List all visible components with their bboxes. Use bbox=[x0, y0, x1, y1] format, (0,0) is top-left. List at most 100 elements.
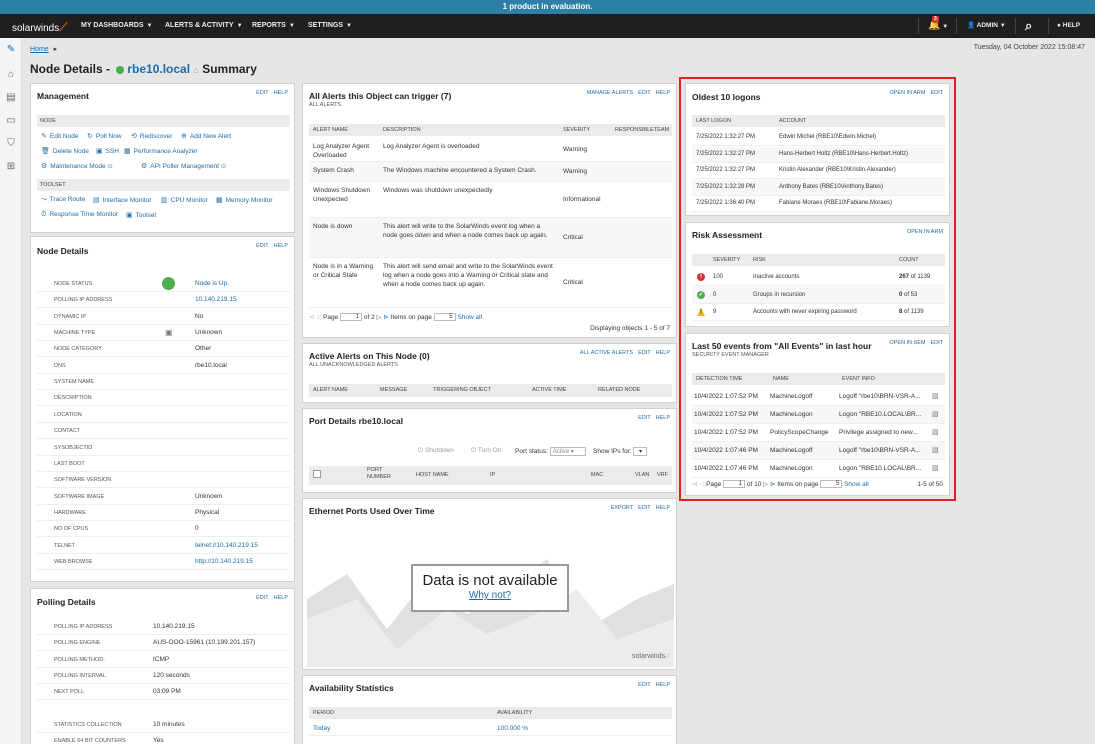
alert-row: Node is in a Warning or Critical State Th… bbox=[309, 258, 672, 308]
edit-link[interactable]: EDIT bbox=[638, 90, 651, 96]
notifications-button[interactable]: 🔔 3 ▼ bbox=[928, 14, 948, 38]
polling-row: NEXT POLL 03:09 PM bbox=[37, 684, 290, 701]
interface-monitor-link[interactable]: ▤ Interface Monitor bbox=[93, 196, 151, 204]
edit-link[interactable]: EDIT bbox=[638, 505, 651, 511]
document-icon[interactable]: ▤ bbox=[5, 92, 17, 104]
alert-severity: Informational bbox=[563, 195, 601, 203]
breadcrumb: Home ▸ bbox=[30, 45, 57, 53]
period-link[interactable]: Today bbox=[313, 725, 330, 732]
show-all-link[interactable]: Show all bbox=[457, 314, 482, 321]
manage-alerts-link[interactable]: MANAGE ALERTS bbox=[587, 90, 633, 96]
export-link[interactable]: EXPORT bbox=[611, 505, 634, 511]
alert-severity: Warning bbox=[563, 145, 587, 153]
memory-monitor-link[interactable]: ▦ Memory Monitor bbox=[216, 196, 273, 204]
edit-link[interactable]: EDIT bbox=[256, 243, 269, 249]
node-link[interactable]: rbe10.local bbox=[127, 62, 190, 76]
edit-link[interactable]: EDIT bbox=[638, 415, 651, 421]
polling-row: POLLING INTERVAL 120 seconds bbox=[37, 668, 290, 684]
detail-label: NODE STATUS bbox=[54, 281, 93, 287]
breadcrumb-home[interactable]: Home bbox=[30, 46, 49, 53]
performance-analyzer-link[interactable]: ▦ Performance Analyzer bbox=[124, 147, 198, 155]
help-link[interactable]: HELP bbox=[656, 415, 670, 421]
first-page-icon[interactable]: ⊲ bbox=[309, 314, 314, 321]
toolset-link[interactable]: ▣ Toolset bbox=[126, 211, 156, 219]
edit-link[interactable]: EDIT bbox=[256, 90, 269, 96]
edit-pencil-icon[interactable]: ✎ bbox=[5, 44, 17, 56]
all-active-alerts-link[interactable]: ALL ACTIVE ALERTS bbox=[580, 350, 633, 356]
nav-reports[interactable]: REPORTS ▼ bbox=[252, 14, 295, 38]
edit-link[interactable]: EDIT bbox=[638, 350, 651, 356]
nav-alerts-activity[interactable]: ALERTS & ACTIVITY ▼ bbox=[165, 14, 243, 38]
api-poller-management-link[interactable]: ⚙ API Poller Management ⊙ bbox=[141, 162, 226, 170]
memory-icon: ▦ bbox=[216, 197, 223, 204]
detail-label: MACHINE TYPE bbox=[54, 330, 96, 337]
edit-link[interactable]: EDIT bbox=[256, 595, 269, 601]
response-time-monitor-link[interactable]: ⏱ Response Time Monitor bbox=[41, 211, 118, 219]
detail-value: Other bbox=[195, 345, 212, 353]
interface-icon: ▤ bbox=[93, 197, 100, 204]
solarwinds-logo[interactable]: solarwinds⟋ bbox=[12, 20, 68, 35]
detail-value[interactable]: http://10.140.219.15 bbox=[195, 558, 253, 565]
nav-my-dashboards[interactable]: MY DASHBOARDS ▼ bbox=[81, 14, 152, 38]
poll-now-link[interactable]: ↻ Poll Now bbox=[87, 132, 122, 140]
admin-menu[interactable]: 👤 ADMIN ▼ bbox=[967, 14, 1006, 38]
detail-value[interactable]: 10.140.219.15 bbox=[195, 296, 237, 303]
show-ips-select[interactable]: ▾ bbox=[633, 447, 648, 456]
why-not-link[interactable]: Why not? bbox=[413, 590, 567, 601]
polling-label: POLLING INTERVAL bbox=[54, 672, 106, 679]
last-page-icon[interactable]: ⊳ bbox=[383, 314, 388, 321]
detail-row: LOCATION bbox=[37, 407, 290, 423]
trace-route-link[interactable]: ⤳ Trace Route bbox=[41, 196, 85, 204]
help-link[interactable]: HELP bbox=[274, 243, 288, 249]
port-status-filter: Port status: Active ▾ bbox=[515, 447, 586, 456]
help-link[interactable]: HELP bbox=[274, 595, 288, 601]
help-link[interactable]: HELP bbox=[656, 682, 670, 688]
availability-panel: Availability Statistics EDIT HELP PERIOD … bbox=[302, 675, 677, 744]
edit-node-link[interactable]: ✎ Edit Node bbox=[41, 132, 78, 140]
detail-value[interactable]: Node is Up. bbox=[195, 280, 229, 287]
chevron-down-icon: ▼ bbox=[346, 23, 352, 29]
edit-link[interactable]: EDIT bbox=[638, 682, 651, 688]
home-icon[interactable]: ⌂ bbox=[5, 69, 17, 81]
highlight-box bbox=[679, 77, 956, 501]
cpu-icon: ▥ bbox=[161, 197, 168, 204]
chevron-right-icon: ▸ bbox=[53, 46, 58, 53]
table-header: ALERT NAME DESCRIPTION SEVERITY RESPONSI… bbox=[309, 124, 672, 136]
node-section-header: NODE bbox=[37, 115, 290, 127]
cpu-monitor-link[interactable]: ▥ CPU Monitor bbox=[161, 196, 208, 204]
detail-value[interactable]: telnet://10.140.219.15 bbox=[195, 542, 258, 549]
rediscover-link[interactable]: ⟲ Rediscover bbox=[131, 132, 172, 140]
turn-on-button[interactable]: ⏻ Turn On bbox=[471, 447, 501, 455]
select-all-checkbox[interactable] bbox=[313, 470, 321, 478]
delete-node-link[interactable]: 🗑 Delete Node bbox=[41, 147, 89, 155]
alert-description: Log Analyzer Agent is overloaded bbox=[383, 143, 480, 150]
prev-page-icon[interactable]: ◁ bbox=[316, 314, 321, 321]
help-button[interactable]: ● HELP bbox=[1057, 14, 1080, 38]
monitor-icon[interactable]: ▭ bbox=[5, 115, 17, 127]
nav-settings[interactable]: SETTINGS ▼ bbox=[308, 14, 352, 38]
shield-icon[interactable]: ⛉ bbox=[5, 138, 17, 150]
detail-label: DESCRIPTION bbox=[54, 395, 92, 402]
page-input[interactable]: 1 bbox=[340, 313, 363, 322]
ssh-link[interactable]: ▣ SSH bbox=[96, 147, 119, 155]
panel-subtitle: ALL ALERTS bbox=[309, 102, 342, 108]
port-status-select[interactable]: Active ▾ bbox=[549, 447, 586, 456]
help-link[interactable]: HELP bbox=[656, 350, 670, 356]
add-new-alert-link[interactable]: ⊕ Add New Alert bbox=[181, 132, 231, 140]
polling-label: ENABLE 64 BIT COUNTERS bbox=[54, 738, 126, 744]
table-header: PORT NUMBER HOST NAME IP MAC VLAN VRF bbox=[309, 466, 672, 485]
detail-label: SOFTWARE IMAGE bbox=[54, 493, 105, 500]
items-per-page-input[interactable]: 5 bbox=[433, 313, 456, 322]
search-icon[interactable]: ⌕ bbox=[1025, 14, 1032, 38]
ethernet-ports-panel: Ethernet Ports Used Over Time EXPORT EDIT… bbox=[302, 498, 677, 670]
availability-value[interactable]: 100.000 % bbox=[497, 725, 528, 732]
help-link[interactable]: HELP bbox=[656, 505, 670, 511]
detail-row: LAST BOOT bbox=[37, 456, 290, 472]
shutdown-button[interactable]: ⏻ Shutdown bbox=[418, 447, 454, 455]
help-link[interactable]: HELP bbox=[656, 90, 670, 96]
network-icon[interactable]: ⊞ bbox=[5, 161, 17, 173]
maintenance-mode-link[interactable]: ⚙ Maintenance Mode ⊙ bbox=[41, 162, 113, 170]
help-link[interactable]: HELP bbox=[274, 90, 288, 96]
next-page-icon[interactable]: ▷ bbox=[377, 314, 382, 321]
polling-details-panel: Polling Details EDIT HELP POLLING IP ADDR… bbox=[30, 588, 295, 744]
